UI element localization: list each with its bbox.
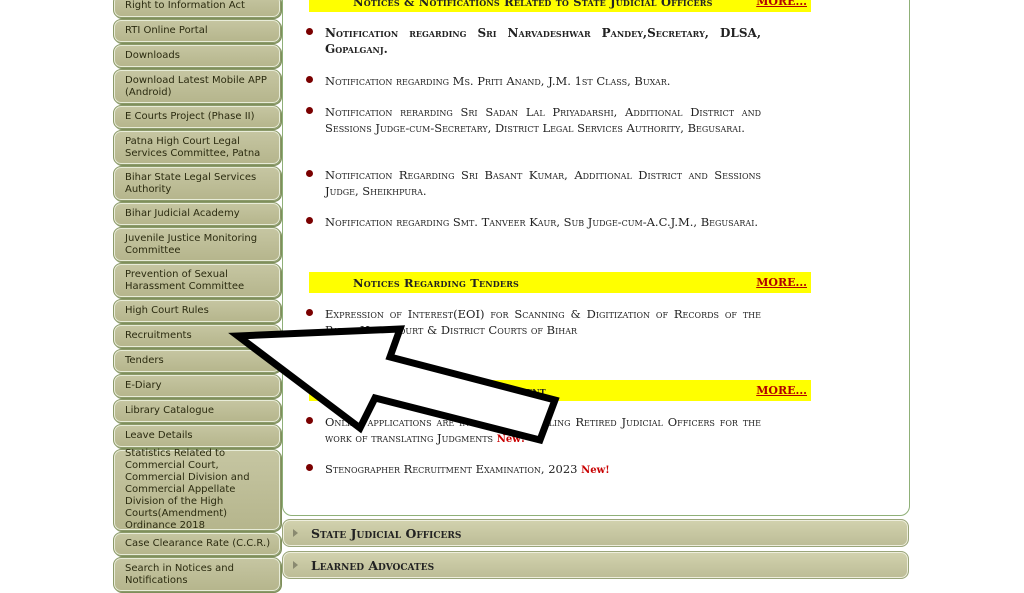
notice-text[interactable]: Stenographer Recruitment Examination, 20… — [325, 462, 578, 476]
sidebar-item-label: Bihar State Legal Services Authority — [125, 171, 257, 195]
accordion-state-judicial-officers[interactable]: State Judicial Officers — [282, 519, 909, 547]
notice-item[interactable]: Expression of Interest(EOI) for Scanning… — [306, 306, 761, 356]
notice-text[interactable]: Online applications are invited from wil… — [325, 415, 761, 445]
section-title: Notices Regarding Tenders — [353, 276, 520, 290]
notice-text[interactable]: Notification Regarding Sri Basant Kumar,… — [325, 168, 761, 198]
sidebar-item-bslsa[interactable]: Bihar State Legal Services Authority — [113, 166, 281, 201]
more-link-officers[interactable]: MORE... — [756, 0, 807, 8]
notice-item[interactable]: Notification Regarding Sri Basant Kumar,… — [306, 167, 761, 199]
chevron-right-icon — [293, 529, 298, 537]
sidebar-item-ccr[interactable]: Case Clearance Rate (C.C.R.) — [113, 532, 281, 556]
accordion-label: State Judicial Officers — [311, 526, 462, 541]
accordion-learned-advocates[interactable]: Learned Advocates — [282, 551, 909, 579]
notice-text[interactable]: Nofification regarding Smt. Tanveer Kaur… — [325, 215, 758, 229]
sidebar-item-recruitments[interactable]: Recruitments — [113, 324, 281, 348]
bullet-icon — [306, 107, 313, 114]
accordion-label: Learned Advocates — [311, 558, 435, 573]
sidebar-item-label: Search in Notices and Notifications — [125, 562, 234, 586]
sidebar-item-label: Right to Information Act — [125, 0, 245, 11]
sidebar-item-library-catalogue[interactable]: Library Catalogue — [113, 399, 281, 423]
sidebar-item-label: Downloads — [125, 50, 180, 61]
sidebar-item-label: RTI Online Portal — [125, 25, 208, 36]
notice-text[interactable]: Notification rerarding Sri Sadan Lal Pri… — [325, 105, 761, 135]
bullet-icon — [306, 28, 313, 35]
notice-item[interactable]: Online applications are invited from wil… — [306, 414, 761, 448]
sidebar-item-label: E Courts Project (Phase II) — [125, 111, 255, 122]
chevron-right-icon — [293, 561, 298, 569]
sidebar-item-judicial-academy[interactable]: Bihar Judicial Academy — [113, 202, 281, 226]
notice-item[interactable]: Notification rerarding Sri Sadan Lal Pri… — [306, 104, 761, 136]
bullet-icon — [306, 170, 313, 177]
sidebar-item-rti-portal[interactable]: RTI Online Portal — [113, 19, 281, 43]
bullet-icon — [306, 217, 313, 224]
sidebar-item-leave-details[interactable]: Leave Details — [113, 424, 281, 448]
notice-item[interactable]: Stenographer Recruitment Examination, 20… — [306, 461, 761, 479]
sidebar-item-label: Download Latest Mobile APP (Android) — [125, 74, 267, 98]
sidebar-item-label: Tenders — [125, 355, 164, 366]
section-header-tenders: Notices Regarding Tenders MORE... — [309, 272, 811, 293]
notice-item[interactable]: Notification regarding Ms. Priti Anand, … — [306, 73, 761, 89]
sidebar-item-legal-services-committee[interactable]: Patna High Court Legal Services Committe… — [113, 130, 281, 165]
sidebar-item-ecourts[interactable]: E Courts Project (Phase II) — [113, 105, 281, 129]
bullet-icon — [306, 309, 313, 316]
bullet-icon — [306, 76, 313, 83]
sidebar-item-label: Patna High Court Legal Services Committe… — [125, 135, 261, 159]
sidebar-item-label: E-Diary — [125, 380, 162, 391]
sidebar-item-label: Case Clearance Rate (C.C.R.) — [125, 538, 271, 549]
sidebar-item-label: Prevention of Sexual Harassment Committe… — [125, 268, 245, 292]
notice-item[interactable]: Notification regarding Sri Narvadeshwar … — [306, 25, 761, 57]
sidebar-item-mobile-app[interactable]: Download Latest Mobile APP (Android) — [113, 69, 281, 104]
sidebar-item-label: Library Catalogue — [125, 405, 215, 416]
sidebar-item-label: High Court Rules — [125, 305, 209, 316]
sidebar-item-downloads[interactable]: Downloads — [113, 44, 281, 68]
new-badge: New! — [581, 465, 610, 476]
more-link-tenders[interactable]: MORE... — [756, 276, 807, 289]
notice-text[interactable]: Expression of Interest(EOI) for Scanning… — [325, 307, 761, 337]
new-badge: New! — [496, 434, 526, 445]
sidebar-menu: Right to Information Act RTI Online Port… — [113, 0, 281, 593]
sidebar-item-rti-act[interactable]: Right to Information Act — [113, 0, 281, 18]
notice-text[interactable]: Notification regarding Ms. Priti Anand, … — [325, 74, 670, 88]
notice-item[interactable]: Nofification regarding Smt. Tanveer Kaur… — [306, 214, 761, 230]
sidebar-item-label: Leave Details — [125, 430, 193, 441]
bullet-icon — [306, 464, 313, 471]
section-title: Notices & Notifications Related to State… — [353, 0, 713, 9]
section-header-recruitment: Notices Regarding Recruitment MORE... — [309, 380, 811, 401]
bullet-icon — [306, 417, 313, 424]
sidebar-item-e-diary[interactable]: E-Diary — [113, 374, 281, 398]
sidebar-item-commercial-court-statistics[interactable]: Statistics Related to Commercial Court, … — [113, 448, 281, 531]
sidebar-item-high-court-rules[interactable]: High Court Rules — [113, 299, 281, 323]
sidebar-item-harassment-committee[interactable]: Prevention of Sexual Harassment Committe… — [113, 263, 281, 298]
sidebar-item-juvenile-justice[interactable]: Juvenile Justice Monitoring Committee — [113, 227, 281, 262]
more-link-recruitment[interactable]: MORE... — [756, 384, 807, 397]
notice-text[interactable]: Notification regarding Sri Narvadeshwar … — [325, 26, 761, 56]
section-title: Notices Regarding Recruitment — [353, 384, 546, 398]
sidebar-item-label: Juvenile Justice Monitoring Committee — [125, 232, 258, 256]
sidebar-item-label: Bihar Judicial Academy — [125, 208, 240, 219]
sidebar-item-search-notices[interactable]: Search in Notices and Notifications — [113, 557, 281, 592]
section-header-officers: Notices & Notifications Related to State… — [309, 0, 811, 12]
sidebar-item-label: Recruitments — [125, 330, 192, 341]
sidebar-item-tenders[interactable]: Tenders — [113, 349, 281, 373]
sidebar-item-label: Statistics Related to Commercial Court, … — [125, 448, 250, 531]
new-badge: New! — [325, 342, 354, 353]
